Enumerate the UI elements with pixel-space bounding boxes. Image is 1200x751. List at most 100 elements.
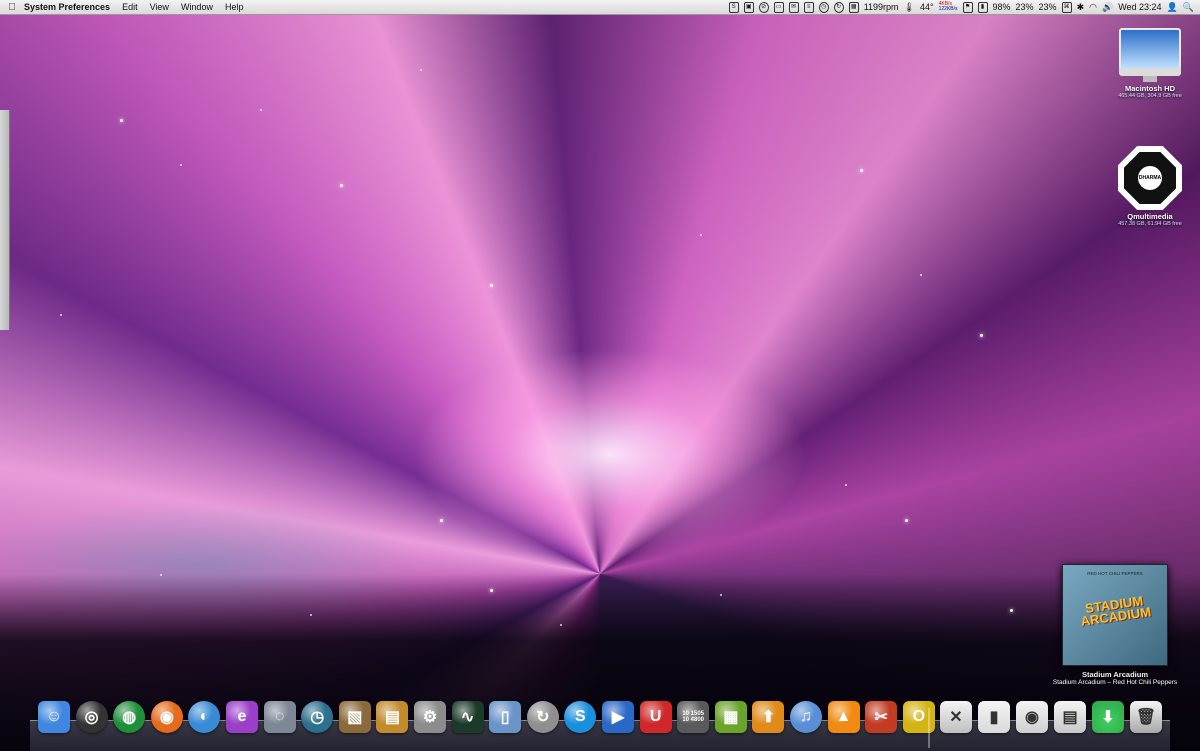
desktop-icon-label: Macintosh HD <box>1124 84 1175 93</box>
star <box>700 234 702 236</box>
star <box>310 614 312 616</box>
dock-finder-icon[interactable]: ☺ <box>38 701 70 733</box>
star <box>180 164 182 166</box>
dock-firefox-icon[interactable]: ◉ <box>150 701 183 733</box>
fan-speed[interactable]: 1199rpm <box>864 2 899 12</box>
dock-applications-stack-icon[interactable]: ✕ <box>940 701 972 733</box>
dock-movies-stack-icon[interactable]: ▤ <box>1054 701 1086 733</box>
battery-icon[interactable]: ▮ <box>977 1 988 13</box>
clock[interactable]: Wed 23:24 <box>1118 2 1161 12</box>
star <box>60 314 62 316</box>
star <box>905 519 908 522</box>
network-monitor[interactable]: 4KB/s 122KB/s <box>939 2 958 12</box>
dock-system-preferences-icon[interactable]: ⚙ <box>414 701 446 733</box>
menu-extras: S ▣ ⊘ ▭ ✉ ≡ ◷ ↻ ▦ 1199rpm 🌡 44° 4KB/s 12… <box>728 1 1200 13</box>
desktop-wallpaper <box>0 14 1200 750</box>
dock: ☺ ◎ ◍ ◉ ◐ e ◌ ◷ ▧ ▤ ⚙ ∿ ▯ ↻ S ▶ U 10 1505 10 4800 ▦ ⬆ ♫ ▲ ✂ O ✕ ▮… <box>30 698 1170 751</box>
apple-icon[interactable]:  <box>0 2 24 13</box>
dock-cleaner-icon[interactable]: ✂ <box>865 701 898 733</box>
wifi-icon[interactable]: ◠ <box>1089 2 1097 13</box>
dock-time-machine-icon[interactable]: ◷ <box>301 701 334 733</box>
album-title: Stadium Arcadium <box>1082 670 1148 679</box>
dock-separator <box>928 708 930 748</box>
star <box>720 594 722 596</box>
desktop-icon-info: 457.38 GB, 61.94 GB free <box>1118 221 1182 227</box>
counter-bottom: 10 4800 <box>682 717 705 723</box>
temperature[interactable]: 44° <box>920 2 934 12</box>
document-icon[interactable]: ≡ <box>803 1 814 13</box>
star <box>160 574 162 576</box>
thermometer-icon[interactable]: 🌡 <box>904 2 915 13</box>
dock-dashboard-icon[interactable]: ◎ <box>75 701 108 733</box>
star <box>845 484 847 486</box>
menu-app-name[interactable]: System Preferences <box>24 2 110 12</box>
fan-icon[interactable]: ▦ <box>848 1 859 13</box>
dock-torrent-counter-icon[interactable]: 10 1505 10 4800 <box>677 701 710 733</box>
star <box>260 109 262 111</box>
star <box>490 284 493 287</box>
sync-status-icon[interactable]: ⊘ <box>758 1 769 13</box>
dock-colorsync-icon[interactable]: ◍ <box>113 701 146 733</box>
scripts-icon[interactable]: ▣ <box>743 1 754 13</box>
dock-activity-monitor-icon[interactable]: ∿ <box>451 701 484 733</box>
now-playing-widget[interactable]: RED HOT CHILI PEPPERS STADIUM ARCADIUM S… <box>1040 564 1190 686</box>
dock-itunes-icon[interactable]: ♫ <box>790 701 822 733</box>
dock-sync-icon[interactable]: ↻ <box>526 701 559 733</box>
window-edge[interactable] <box>0 110 10 330</box>
menu-help[interactable]: Help <box>225 2 244 12</box>
cpu-meter-2[interactable]: 23% <box>1039 2 1057 12</box>
cover-band-text: RED HOT CHILI PEPPERS <box>1087 571 1143 576</box>
album-cover[interactable]: RED HOT CHILI PEPPERS STADIUM ARCADIUM <box>1062 564 1179 666</box>
desktop-icon-macintosh-hd[interactable]: Macintosh HD 465.44 GB, 304.9 GB free <box>1110 26 1190 99</box>
dock-address-bar-icon[interactable]: ◌ <box>263 701 296 733</box>
dock-disk-utility-icon[interactable]: ▯ <box>489 701 522 733</box>
desktop-icon-info: 465.44 GB, 304.9 GB free <box>1118 93 1182 99</box>
menu-view[interactable]: View <box>150 2 169 12</box>
skype-status-icon[interactable]: S <box>728 1 739 13</box>
bluetooth-icon[interactable]: ✱ <box>1077 2 1085 13</box>
menu-edit[interactable]: Edit <box>122 2 138 12</box>
dock-vlc-icon[interactable]: ▲ <box>827 701 860 733</box>
star <box>920 274 922 276</box>
dock-trash-icon[interactable]: 🗑 <box>1130 701 1162 733</box>
star <box>120 119 123 122</box>
refresh-icon[interactable]: ↻ <box>833 1 844 13</box>
dock-documents-stack-icon[interactable]: ▮ <box>978 701 1010 733</box>
dock-messenger-icon[interactable]: e <box>226 701 258 733</box>
dock-magnet-icon[interactable]: U <box>639 701 672 733</box>
star <box>490 589 493 592</box>
mail-icon[interactable]: ✉ <box>788 1 799 13</box>
net-download: 122KB/s <box>938 6 958 12</box>
star <box>420 69 422 71</box>
dharma-drive-icon: DHARMA <box>1118 146 1182 210</box>
battery-percent[interactable]: 98% <box>993 2 1011 12</box>
star <box>980 334 983 337</box>
star <box>560 624 562 626</box>
star <box>340 184 343 187</box>
flag-icon[interactable]: ⚑ <box>962 1 973 13</box>
input-menu-icon[interactable]: ⌘ <box>1061 1 1072 13</box>
dock-ichat-icon[interactable]: ▶ <box>602 701 634 733</box>
dock-preview-icon[interactable]: ▤ <box>376 701 409 733</box>
spotlight-icon[interactable]: 🔍 <box>1183 2 1194 13</box>
time-machine-icon[interactable]: ◷ <box>818 1 829 13</box>
cover-title-text: STADIUM ARCADIUM <box>1079 593 1152 629</box>
album-detail: Stadium Arcadium – Red Hot Chili Peppers <box>1052 679 1178 686</box>
menu-window[interactable]: Window <box>181 2 213 12</box>
menu-bar:  System Preferences Edit View Window He… <box>0 0 1200 15</box>
dock-pictures-stack-icon[interactable]: ◉ <box>1016 701 1048 733</box>
display-icon[interactable]: ▭ <box>773 1 784 13</box>
desktop-icon-qmultimedia[interactable]: DHARMA Qmultimedia 457.38 GB, 61.94 GB f… <box>1110 146 1190 227</box>
hard-drive-icon <box>1117 26 1183 82</box>
dharma-logo-text: DHARMA <box>1138 166 1162 190</box>
star <box>440 519 443 522</box>
user-icon[interactable]: 👤 <box>1167 2 1178 13</box>
cpu-meter-1[interactable]: 23% <box>1016 2 1034 12</box>
volume-icon[interactable]: 🔊 <box>1102 2 1113 13</box>
dock-downloads-stack-icon[interactable]: ⬇ <box>1092 701 1124 733</box>
dock-iphoto-icon[interactable]: ▧ <box>338 701 371 733</box>
star <box>1010 609 1013 612</box>
dock-grid-app-icon[interactable]: ▦ <box>714 701 747 733</box>
star <box>860 169 863 172</box>
dock-transmit-icon[interactable]: ⬆ <box>752 701 785 733</box>
